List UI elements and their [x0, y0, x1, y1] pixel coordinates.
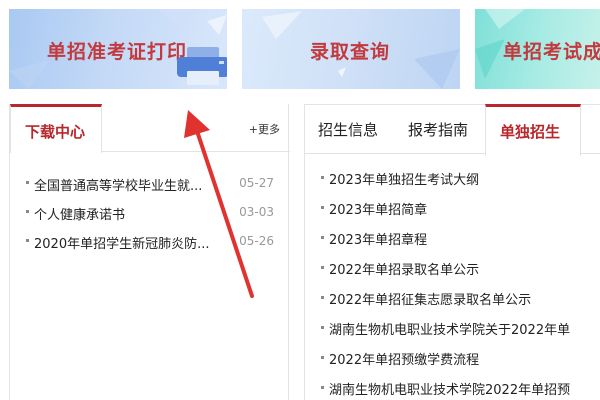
banner-admission-ticket[interactable]: 单招准考证打印 [9, 9, 227, 89]
item-title: 2022年单招录取名单公示 [329, 263, 480, 278]
list-item[interactable]: 湖南生物机电职业技术学院2022年单招预 [305, 376, 600, 400]
banner-label: 录取查询 [310, 41, 391, 63]
item-title: 湖南生物机电职业技术学院2022年单招预 [329, 383, 571, 398]
bullet-icon [321, 176, 324, 179]
item-title: 2022年单招征集志愿录取名单公示 [329, 293, 532, 308]
banner-label: 单招考试成 [503, 41, 600, 63]
news-list: 2023年单独招生考试大纲 2023年单招简章 2023年单招章程 2022年单… [305, 166, 600, 400]
item-title: 2022年单招预缴学费流程 [329, 353, 480, 368]
list-item[interactable]: 2023年单招章程 [305, 226, 600, 256]
list-item[interactable]: 湖南生物机电职业技术学院关于2022年单 [305, 316, 600, 346]
bullet-icon [321, 326, 324, 329]
bullet-icon [321, 266, 324, 269]
tab-admission-info[interactable]: 招生信息 [318, 119, 378, 140]
tab-independent-admission[interactable]: 单独招生 [485, 104, 581, 156]
list-item[interactable]: 2022年单招征集志愿录取名单公示 [305, 286, 600, 316]
bullet-icon [321, 356, 324, 359]
list-item[interactable]: 2022年单招录取名单公示 [305, 256, 600, 286]
item-title: 湖南生物机电职业技术学院关于2022年单 [329, 323, 571, 338]
admissions-panel: 招生信息 报考指南 单独招生 2023年单独招生考试大纲 2023年单招简章 2… [304, 104, 600, 400]
item-title: 2023年单独招生考试大纲 [329, 173, 480, 188]
tab-application-guide[interactable]: 报考指南 [408, 119, 468, 140]
bullet-icon [321, 296, 324, 299]
bullet-icon [26, 181, 29, 184]
item-title: 2023年单招简章 [329, 203, 428, 218]
annotation-arrow-icon [184, 110, 254, 298]
bullet-icon [321, 236, 324, 239]
banner-exam-results[interactable]: 单招考试成 [475, 9, 600, 89]
bullet-icon [321, 206, 324, 209]
panel-title: 下载中心 [25, 123, 86, 141]
banner-label: 单招准考证打印 [47, 41, 188, 63]
item-title: 2023年单招章程 [329, 233, 428, 248]
tab-download-center[interactable]: 下载中心 [10, 104, 102, 153]
list-item[interactable]: 2023年单独招生考试大纲 [305, 166, 600, 196]
bullet-icon [26, 210, 29, 213]
list-item[interactable]: 2023年单招简章 [305, 196, 600, 226]
panel-tabs: 招生信息 报考指南 单独招生 [305, 104, 600, 156]
bullet-icon [26, 239, 29, 242]
bullet-icon [321, 386, 324, 389]
banner-admission-query[interactable]: 录取查询 [242, 9, 460, 89]
tab-label: 单独招生 [500, 123, 561, 141]
list-item[interactable]: 2022年单招预缴学费流程 [305, 346, 600, 376]
printer-icon [177, 47, 227, 85]
